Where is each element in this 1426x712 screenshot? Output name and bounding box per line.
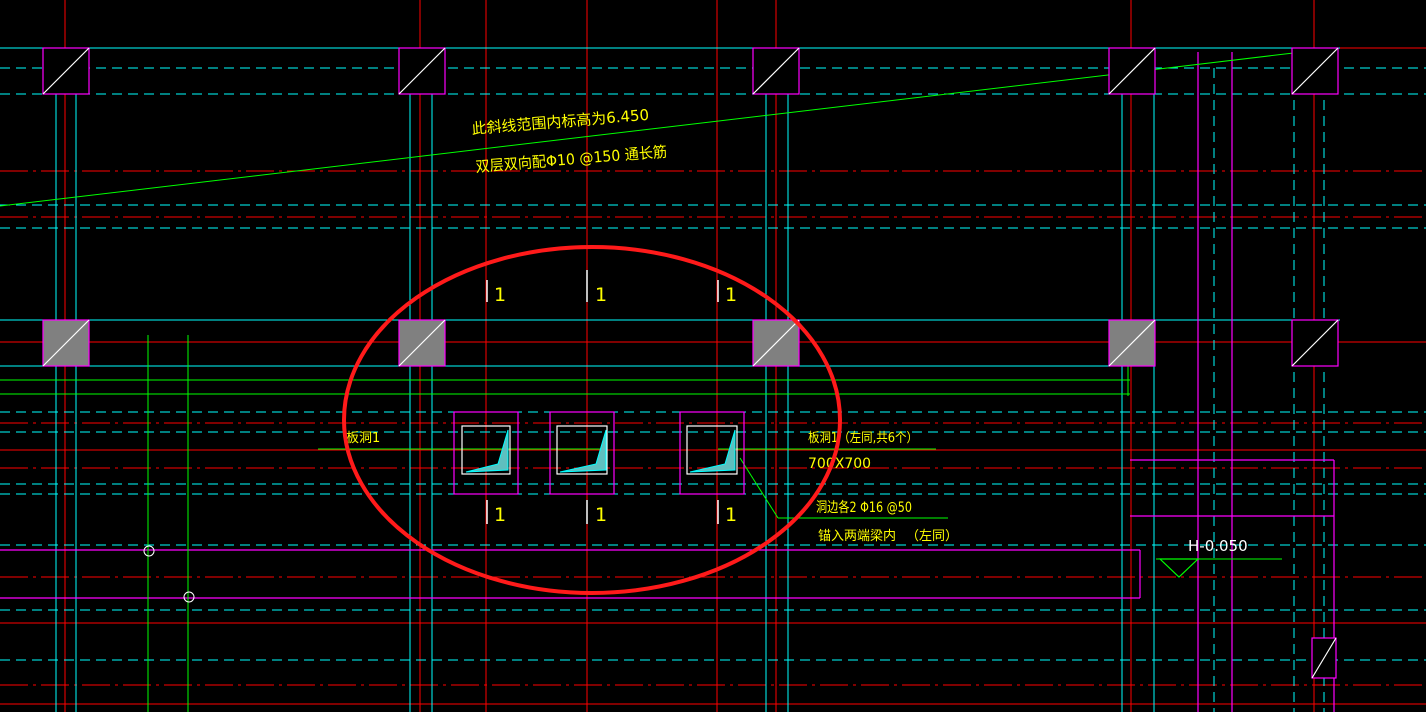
reinforcement-note-1: 洞边各2 Φ16 @50 xyxy=(816,500,912,516)
elevation-label: H-0.050 xyxy=(1188,537,1248,555)
top-row-columns xyxy=(42,47,1339,95)
section-mark-top-2: 1 xyxy=(595,284,607,306)
reinforcement-note-2: 锚入两端梁内 xyxy=(818,528,896,544)
green-lines xyxy=(0,47,1337,712)
section-cut-ticks xyxy=(486,270,719,524)
slab-opening-2 xyxy=(549,411,615,495)
section-mark-bottom-2: 1 xyxy=(595,504,607,526)
axis-dashdot-lines xyxy=(0,170,1426,686)
cad-drawing-canvas[interactable]: 1 1 1 1 1 1 此斜线范围内标高为6.450 双层双向配Φ10 @150… xyxy=(0,0,1426,712)
section-mark-bottom-3: 1 xyxy=(725,504,737,526)
opening-size: 700X700 xyxy=(808,456,871,472)
beam-hidden-lines xyxy=(0,67,1426,712)
grid-circles xyxy=(143,545,195,603)
mid-row-columns xyxy=(42,319,1156,367)
slab-openings xyxy=(453,411,745,495)
section-mark-top-3: 1 xyxy=(725,284,737,306)
slab-opening-3 xyxy=(679,411,745,495)
magenta-beam-lines xyxy=(0,52,1335,712)
section-mark-top-1: 1 xyxy=(494,284,506,306)
opening-label-right: 板洞1（左同,共6个） xyxy=(808,431,918,446)
opening-label-left: 板洞1 xyxy=(346,431,380,446)
slope-note-line-1: 此斜线范围内标高为6.450 xyxy=(471,106,650,138)
section-mark-bottom-1: 1 xyxy=(494,504,506,526)
reinforcement-note-3: （左同） xyxy=(906,529,958,544)
elevation-symbol xyxy=(1158,558,1200,578)
axis-lines xyxy=(0,0,1426,712)
